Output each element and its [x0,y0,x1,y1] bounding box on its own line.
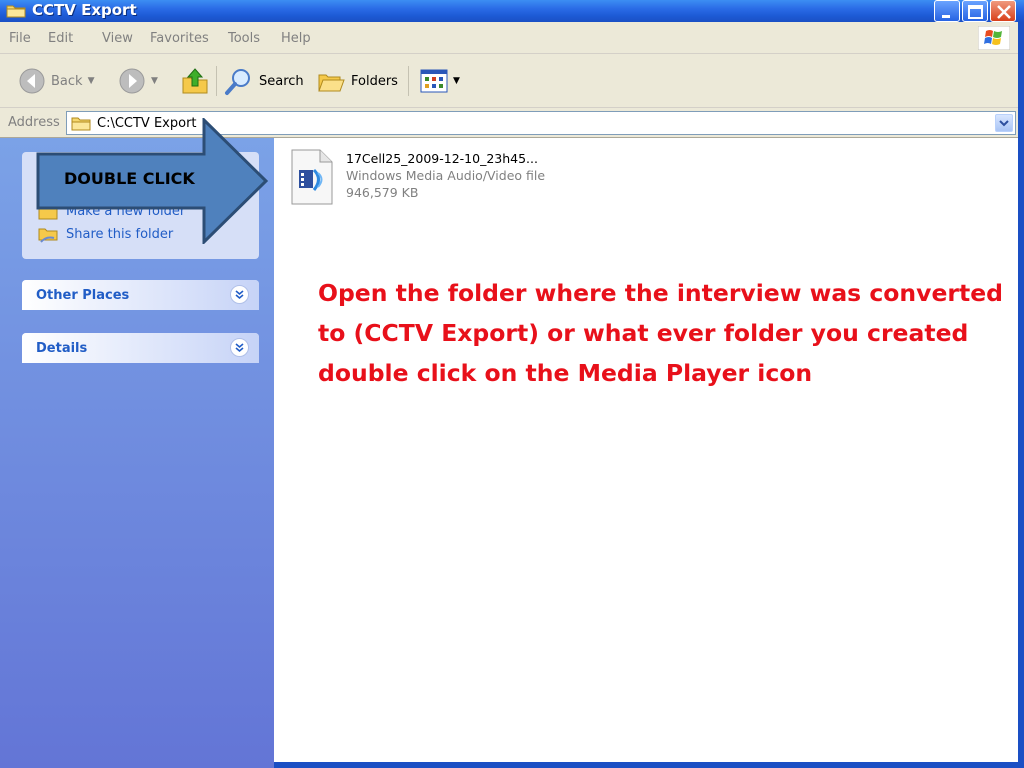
details-title: Details [36,341,88,356]
toolbar-separator [408,66,409,96]
window-frame-right [1018,22,1024,768]
folders-label: Folders [351,73,398,89]
close-button[interactable] [990,0,1016,22]
chevron-down-icon [999,120,1009,127]
back-arrow-icon [19,68,45,94]
menu-help[interactable]: Help [281,31,311,46]
media-file-item[interactable]: 17Cell25_2009-12-10_23h45... Windows Med… [290,148,570,208]
window-frame-bottom [274,762,1024,768]
folders-button[interactable]: Folders [316,64,398,98]
file-name: 17Cell25_2009-12-10_23h45... [346,151,538,166]
menu-view[interactable]: View [102,31,133,46]
folder-icon [6,5,26,18]
file-list-area[interactable]: 17Cell25_2009-12-10_23h45... Windows Med… [274,138,1018,762]
window-title: CCTV Export [32,1,137,19]
up-folder-icon [182,68,208,94]
search-icon [225,69,250,95]
search-label: Search [259,73,304,89]
file-size: 946,579 KB [346,185,419,200]
instruction-text: Open the folder where the interview was … [318,279,1003,387]
details-header[interactable]: Details [22,333,259,363]
toolbar-separator [216,66,217,96]
minimize-icon [942,15,950,18]
maximize-button[interactable] [962,0,988,22]
close-icon [997,5,1011,19]
back-label: Back [51,73,83,89]
callout-text: DOUBLE CLICK [64,169,195,188]
expand-chevron-icon[interactable] [230,338,249,357]
other-places-title: Other Places [36,288,130,303]
views-button[interactable]: ▼ [420,64,460,98]
other-places-header[interactable]: Other Places [22,280,259,310]
menu-tools[interactable]: Tools [228,31,260,46]
views-grid-icon [420,69,448,93]
forward-arrow-icon [119,68,145,94]
menu-edit[interactable]: Edit [48,31,73,46]
up-folder-button[interactable] [180,64,210,98]
forward-button[interactable]: ▼ [118,64,158,98]
menu-favorites[interactable]: Favorites [150,31,209,46]
toolbar: Back ▼ ▼ Search Folders ▼ [0,54,1024,108]
address-dropdown-button[interactable] [995,114,1013,132]
search-button[interactable]: Search [224,64,304,98]
minimize-button[interactable] [934,0,960,22]
forward-dropdown-icon[interactable]: ▼ [151,76,158,86]
details-panel[interactable]: Details [22,333,259,363]
maximize-icon [968,5,983,19]
menu-bar: File Edit View Favorites Tools Help [0,22,1024,54]
title-bar: CCTV Export [0,0,1024,22]
folders-icon [318,74,345,92]
file-type: Windows Media Audio/Video file [346,168,546,183]
expand-chevron-icon[interactable] [230,285,249,304]
back-dropdown-icon[interactable]: ▼ [88,76,95,86]
menu-file[interactable]: File [9,31,31,46]
views-dropdown-icon[interactable]: ▼ [453,76,460,86]
windows-logo-icon [978,26,1010,50]
other-places-panel[interactable]: Other Places [22,280,259,310]
media-file-icon [291,149,333,205]
back-button[interactable]: Back ▼ [18,64,94,98]
